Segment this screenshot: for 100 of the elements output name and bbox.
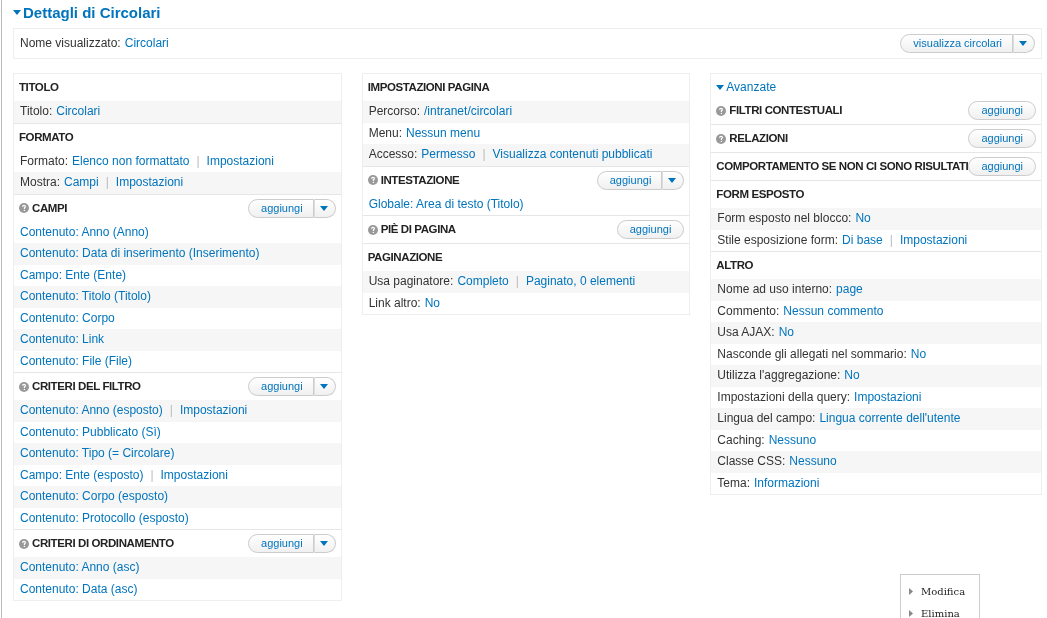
caret-icon [319,541,328,546]
field-link[interactable]: Nessuno [789,454,837,470]
field-label: Nome ad uso interno: [717,282,833,298]
field-link[interactable]: Globale: Area di testo (Titolo) [368,196,524,212]
field-link[interactable]: Impostazioni [179,403,248,419]
add-button[interactable]: visualizza circolari [900,34,1013,53]
separator: | [168,403,174,419]
field-link[interactable]: No [855,211,871,227]
field-label: Utilizza l'aggregazione: [717,368,841,384]
field-label: Accesso: [368,147,418,163]
section-heading: CRITERI DI ORDINAMENTO [32,536,174,551]
dropdown-toggle[interactable] [313,198,336,218]
field-link[interactable]: Campo: Ente (Ente) [20,267,127,283]
field-link[interactable]: Contenuto: Pubblicato (Sì) [20,424,161,440]
add-button[interactable]: aggiungi [968,157,1036,176]
field-link[interactable]: Impostazioni [206,153,274,169]
field-label: Formato: [20,153,68,169]
field-link[interactable]: Contenuto: Anno (esposto) [20,403,163,419]
add-button[interactable]: aggiungi [248,198,314,218]
add-button[interactable]: aggiungi [968,101,1036,120]
separator: | [195,153,201,169]
dropdown-toggle[interactable] [1013,34,1035,53]
section-heading: COMPORTAMENTO SE NON CI SONO RISULTATI [716,159,969,174]
field-link[interactable]: Completo [457,274,509,290]
field-label: Stile esposizione form: [717,232,839,248]
help-icon[interactable] [716,105,727,116]
add-button[interactable]: aggiungi [248,377,314,396]
dropdown-toggle[interactable] [313,534,336,553]
field-link[interactable]: Contenuto: Link [20,332,105,348]
field-link[interactable]: Circolari [56,104,101,120]
field-label: Titolo: [20,104,53,120]
field-link[interactable]: Campi [64,175,99,191]
field-link[interactable]: No [910,346,927,362]
help-icon[interactable] [19,203,29,213]
field-link[interactable]: page [836,282,863,298]
field-link[interactable]: Contenuto: Anno (Anno) [20,224,149,240]
add-button[interactable]: aggiungi [968,129,1036,148]
caret-icon [319,384,328,389]
help-icon[interactable] [19,381,29,392]
field-link[interactable]: No [778,325,795,341]
section-heading: CAMPI [32,200,68,216]
field-label: Form esposto nel blocco: [717,211,852,227]
section-heading: ALTRO [716,258,754,273]
field-label: Lingua del campo: [717,411,816,427]
field-link[interactable]: Nessun menu [406,125,481,141]
add-button[interactable]: aggiungi [596,170,663,190]
help-icon[interactable] [716,133,727,144]
section-heading: PIÈ DI PAGINA [380,222,456,237]
add-button[interactable]: aggiungi [248,534,314,553]
field-label: Link altro: [368,295,421,311]
menu-item[interactable]: Modifica [909,580,979,602]
field-link[interactable]: /intranet/circolari [424,104,513,120]
section-heading: IMPOSTAZIONI PAGINA [367,80,490,95]
field-link[interactable]: Contenuto: Corpo [20,310,115,326]
section-toggle[interactable]: Dettagli di Circolari [13,5,161,28]
field-link[interactable]: Paginato, 0 elementi [525,274,636,290]
field-link[interactable]: Lingua corrente dell'utente [819,411,961,427]
advanced-toggle[interactable]: Avanzate [711,74,782,97]
dropdown-toggle[interactable] [313,377,336,396]
separator: | [888,232,894,248]
field-link[interactable]: No [844,368,860,384]
field-label: Commento: [717,303,780,319]
field-label: Nome visualizzato: [20,36,121,51]
field-link[interactable]: Contenuto: Data di inserimento (Inserimento) [20,246,260,262]
field-link[interactable]: Circolari [124,36,169,51]
field-link[interactable]: Impostazioni [115,175,184,191]
field-link[interactable]: Visualizza contenuti pubblicati [492,147,653,163]
help-icon[interactable] [19,538,29,549]
field-link[interactable]: Elenco non formattato [72,153,190,169]
field-link[interactable]: Permesso [421,147,476,163]
caret-icon [716,85,725,90]
field-link[interactable]: Nessun commento [783,303,884,319]
field-link[interactable]: Impostazioni [899,232,968,248]
field-link[interactable]: No [424,295,441,311]
caret-icon [668,177,677,183]
menu-item[interactable]: Elimina [909,602,979,618]
section-heading: PAGINAZIONE [367,250,443,265]
dropdown-toggle[interactable] [662,170,685,190]
field-link[interactable]: Informazioni [754,475,820,491]
field-link[interactable]: Nessuno [768,432,817,448]
help-icon[interactable] [367,224,378,235]
help-icon[interactable] [367,175,378,185]
field-link[interactable]: Contenuto: Protocollo (esposto) [20,510,189,526]
field-link[interactable]: Impostazioni [854,389,922,405]
field-link[interactable]: Contenuto: Data (asc) [20,581,138,597]
field-label: Impostazioni della query: [717,389,851,405]
field-label: Mostra: [20,175,60,191]
caret-icon [319,205,328,211]
field-label: Percorso: [368,104,420,120]
field-link[interactable]: Contenuto: File (File) [20,353,133,369]
field-link[interactable]: Contenuto: Tipo (= Circolare) [20,446,175,462]
field-link[interactable]: Contenuto: Anno (asc) [20,560,140,576]
field-link[interactable]: Contenuto: Corpo (esposto) [20,489,169,505]
field-link[interactable]: Di base [842,232,883,248]
add-button[interactable]: aggiungi [616,220,685,239]
field-label: Usa AJAX: [717,325,775,341]
field-link[interactable]: Contenuto: Titolo (Titolo) [20,289,151,305]
field-label: Menu: [368,125,402,141]
field-link[interactable]: Impostazioni [160,467,228,483]
field-link[interactable]: Campo: Ente (esposto) [20,467,144,483]
